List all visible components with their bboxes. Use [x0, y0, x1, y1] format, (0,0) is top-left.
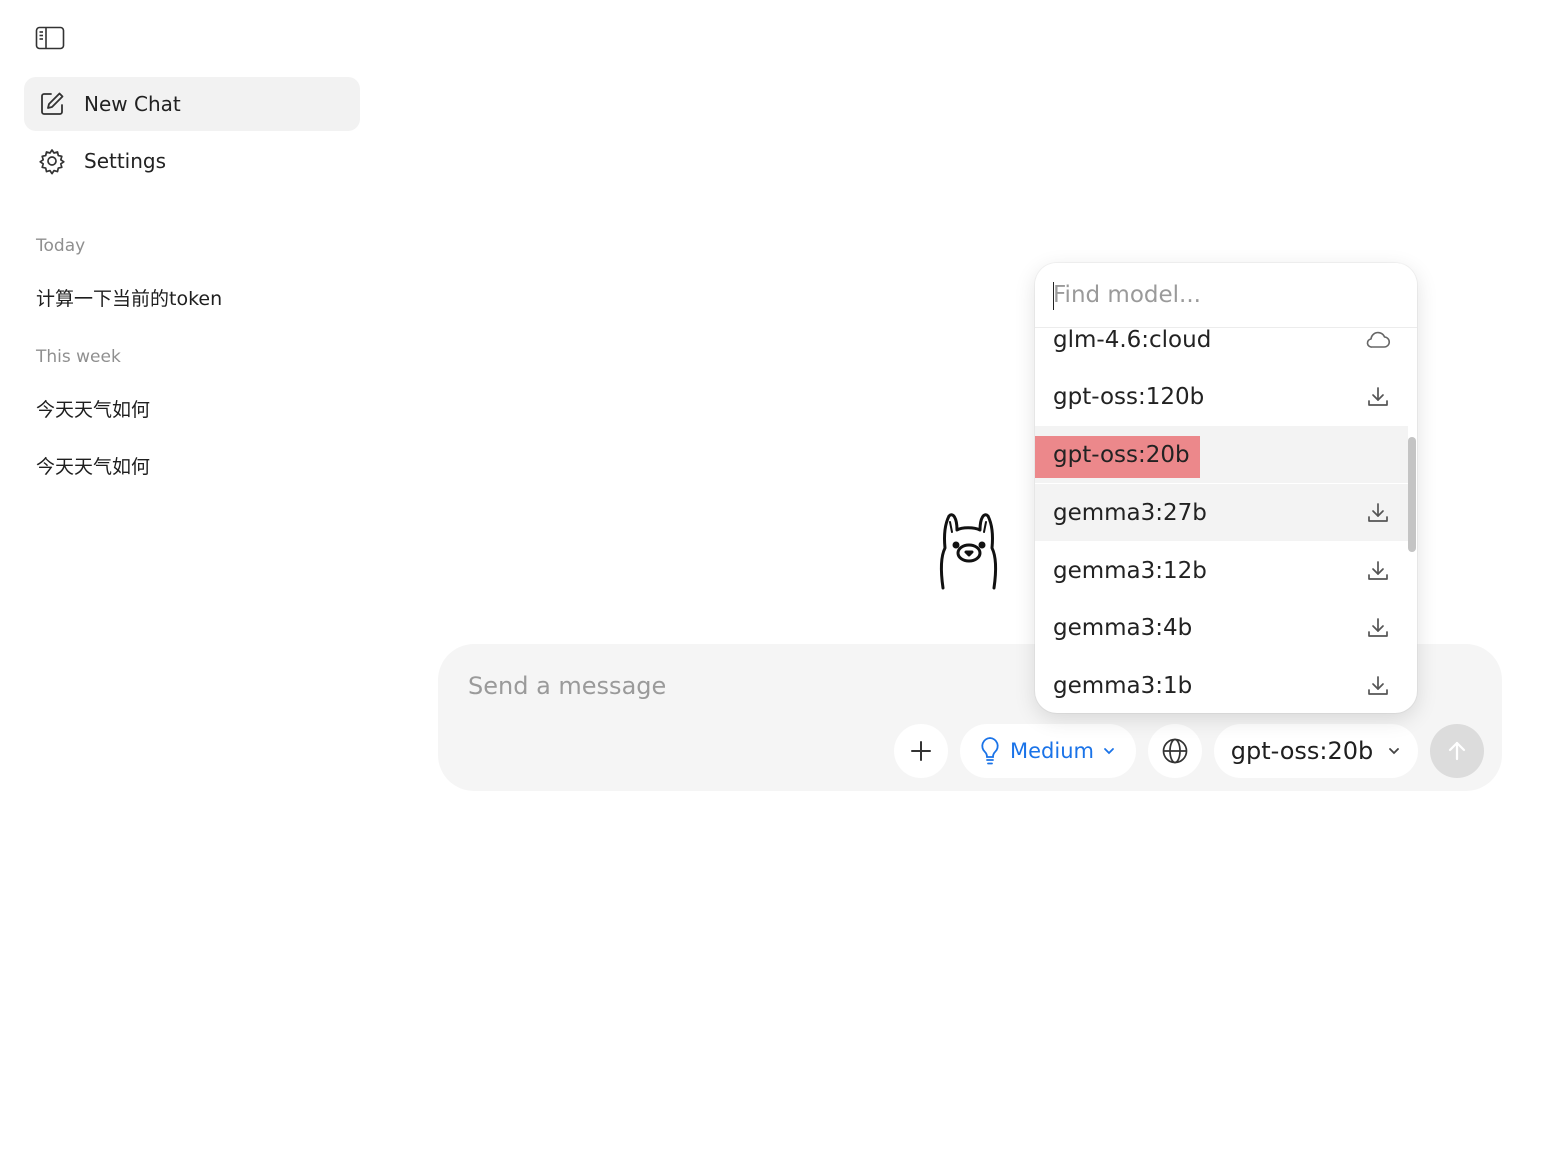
dropdown-scrollbar[interactable] [1408, 437, 1416, 552]
model-dropdown: glm-4.6:cloud gpt-oss:120b gpt-oss:20b g… [1035, 263, 1417, 713]
model-selector-label: gpt-oss:20b [1230, 737, 1374, 765]
gear-icon [37, 146, 67, 176]
download-icon[interactable] [1365, 384, 1391, 410]
message-input[interactable] [468, 666, 1028, 706]
sidebar-toggle-button[interactable] [34, 25, 66, 51]
chat-history-item[interactable]: 今天天气如何 [36, 452, 150, 479]
send-button[interactable] [1430, 724, 1484, 778]
section-this-week-label: This week [36, 347, 121, 367]
arrow-up-icon [1448, 741, 1466, 761]
chat-history-item[interactable]: 计算一下当前的token [36, 284, 222, 311]
cloud-icon [1365, 327, 1391, 353]
new-chat-button[interactable]: New Chat [24, 77, 360, 131]
model-search-input[interactable] [1053, 277, 1383, 313]
model-option[interactable]: gemma3:4b [1035, 599, 1408, 656]
model-option-name: gpt-oss:120b [1053, 383, 1205, 410]
reasoning-effort-button[interactable]: Medium [960, 724, 1136, 778]
download-icon[interactable] [1365, 558, 1391, 584]
globe-icon [1162, 738, 1188, 764]
edit-icon [37, 89, 67, 119]
model-option-selected[interactable]: gpt-oss:20b [1035, 426, 1408, 483]
model-option-name: gpt-oss:20b [1053, 441, 1190, 468]
section-today-label: Today [36, 236, 86, 256]
model-option[interactable]: gemma3:1b [1035, 657, 1408, 713]
lightbulb-icon [981, 737, 999, 765]
chat-history-item[interactable]: 今天天气如何 [36, 395, 150, 422]
model-option[interactable]: gemma3:27b [1035, 484, 1408, 541]
model-option-name: gemma3:4b [1053, 614, 1193, 641]
web-search-button[interactable] [1148, 724, 1202, 778]
sidebar-panel-icon [35, 26, 65, 50]
settings-button[interactable]: Settings [24, 134, 360, 188]
app-window: New Chat Settings Today 计算一下当前的token Thi… [0, 0, 1555, 1160]
model-option-name: glm-4.6:cloud [1053, 326, 1212, 353]
add-attachment-button[interactable] [894, 724, 948, 778]
download-icon[interactable] [1365, 500, 1391, 526]
model-option-name: gemma3:12b [1053, 557, 1207, 584]
reasoning-effort-label: Medium [1010, 739, 1094, 763]
model-option-name: gemma3:1b [1053, 672, 1193, 699]
model-option[interactable]: gemma3:12b [1035, 542, 1408, 599]
model-option[interactable]: gpt-oss:120b [1035, 368, 1408, 425]
download-icon[interactable] [1365, 673, 1391, 699]
model-selector-button[interactable]: gpt-oss:20b [1214, 724, 1418, 778]
model-search-box [1035, 263, 1417, 328]
chevron-down-icon [1104, 748, 1114, 755]
llama-logo [939, 513, 998, 590]
chevron-down-icon [1389, 748, 1400, 755]
plus-icon [911, 741, 931, 761]
download-icon[interactable] [1365, 615, 1391, 641]
new-chat-label: New Chat [84, 92, 181, 116]
settings-label: Settings [84, 149, 167, 173]
model-option-name: gemma3:27b [1053, 499, 1207, 526]
